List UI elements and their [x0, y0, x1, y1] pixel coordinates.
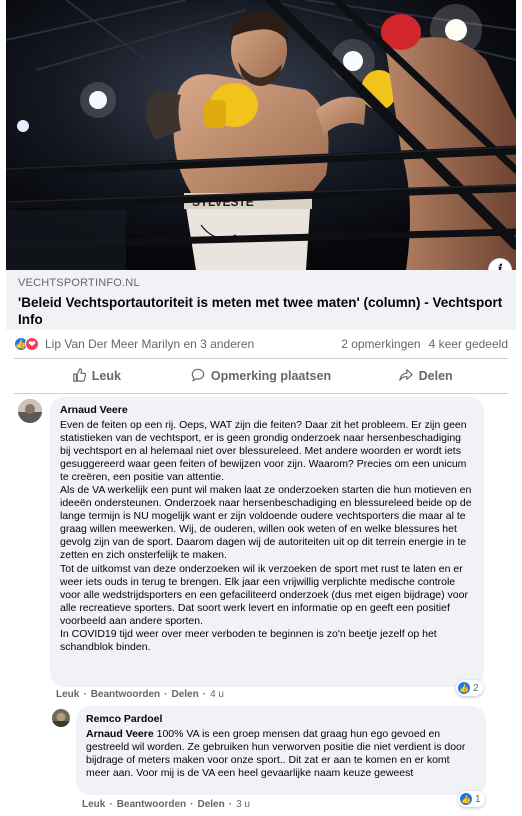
comment-share-link[interactable]: Delen — [171, 689, 198, 700]
comment-bubble: Arnaud Veere Even de feiten op een rij. … — [50, 397, 484, 687]
comment-like-count: 1 — [475, 793, 481, 805]
comment-like-link[interactable]: Leuk — [82, 799, 105, 810]
comment-text: Even de feiten op een rij. Oeps, WAT zij… — [60, 419, 472, 653]
comment-share-link[interactable]: Delen — [197, 799, 224, 810]
comment-author[interactable]: Arnaud Veere — [60, 403, 474, 417]
comment-reaction-badge[interactable]: 👍 2 — [456, 680, 483, 696]
comment-button-label: Opmerking plaatsen — [210, 369, 332, 383]
comment-like-count: 2 — [473, 682, 479, 694]
reactions-summary: 👍 ❤ Lip Van Der Meer Marilyn en 3 andere… — [14, 336, 508, 352]
like-icon: 👍 — [458, 682, 470, 694]
comment-reaction-badge[interactable]: 👍 1 — [458, 791, 485, 807]
comment-button[interactable]: Opmerking plaatsen — [179, 364, 344, 388]
comment-text: Arnaud Veere 100% VA is een groep mensen… — [86, 728, 476, 780]
comment-icon — [191, 368, 205, 385]
divider — [14, 358, 508, 359]
reactors-text[interactable]: Lip Van Der Meer Marilyn en 3 anderen — [45, 337, 341, 351]
share-button[interactable]: Delen — [343, 364, 508, 388]
link-preview-image[interactable]: SYLVESTE — [6, 0, 516, 270]
comment-like-link[interactable]: Leuk — [56, 689, 79, 700]
post-actions: Leuk Opmerking plaatsen Delen — [14, 364, 508, 388]
divider — [14, 393, 508, 394]
comment-bubble: Remco Pardoel Arnaud Veere 100% VA is ee… — [76, 706, 486, 795]
avatar[interactable] — [52, 709, 70, 727]
share-button-label: Delen — [418, 369, 453, 383]
shares-count[interactable]: 4 keer gedeeld — [429, 337, 508, 351]
comments-count[interactable]: 2 opmerkingen — [341, 337, 420, 351]
reaction-icons[interactable]: 👍 ❤ — [14, 337, 39, 351]
comment-meta: Leuk · Beantwoorden · Delen · 4 u — [56, 689, 224, 700]
link-title[interactable]: 'Beleid Vechtsportautoriteit is meten me… — [18, 294, 504, 328]
comment-timestamp[interactable]: 4 u — [210, 689, 224, 700]
like-icon: 👍 — [460, 793, 472, 805]
avatar[interactable] — [18, 399, 42, 423]
like-button-label: Leuk — [91, 369, 121, 383]
link-preview[interactable]: VECHTSPORTINFO.NL 'Beleid Vechtsportauto… — [6, 270, 516, 330]
comment-reply-link[interactable]: Beantwoorden — [117, 799, 186, 810]
boxing-photo: SYLVESTE — [6, 0, 516, 270]
comment-timestamp[interactable]: 3 u — [236, 799, 250, 810]
link-domain: VECHTSPORTINFO.NL — [18, 277, 140, 289]
comment-reply-link[interactable]: Beantwoorden — [91, 689, 160, 700]
love-icon: ❤ — [25, 337, 39, 351]
like-button[interactable]: Leuk — [14, 364, 179, 388]
thumbs-up-icon — [72, 367, 86, 385]
comment-author[interactable]: Remco Pardoel — [86, 712, 476, 726]
comment-meta: Leuk · Beantwoorden · Delen · 3 u — [82, 799, 250, 810]
share-icon — [398, 368, 413, 385]
comment-mention[interactable]: Arnaud Veere — [86, 728, 154, 740]
